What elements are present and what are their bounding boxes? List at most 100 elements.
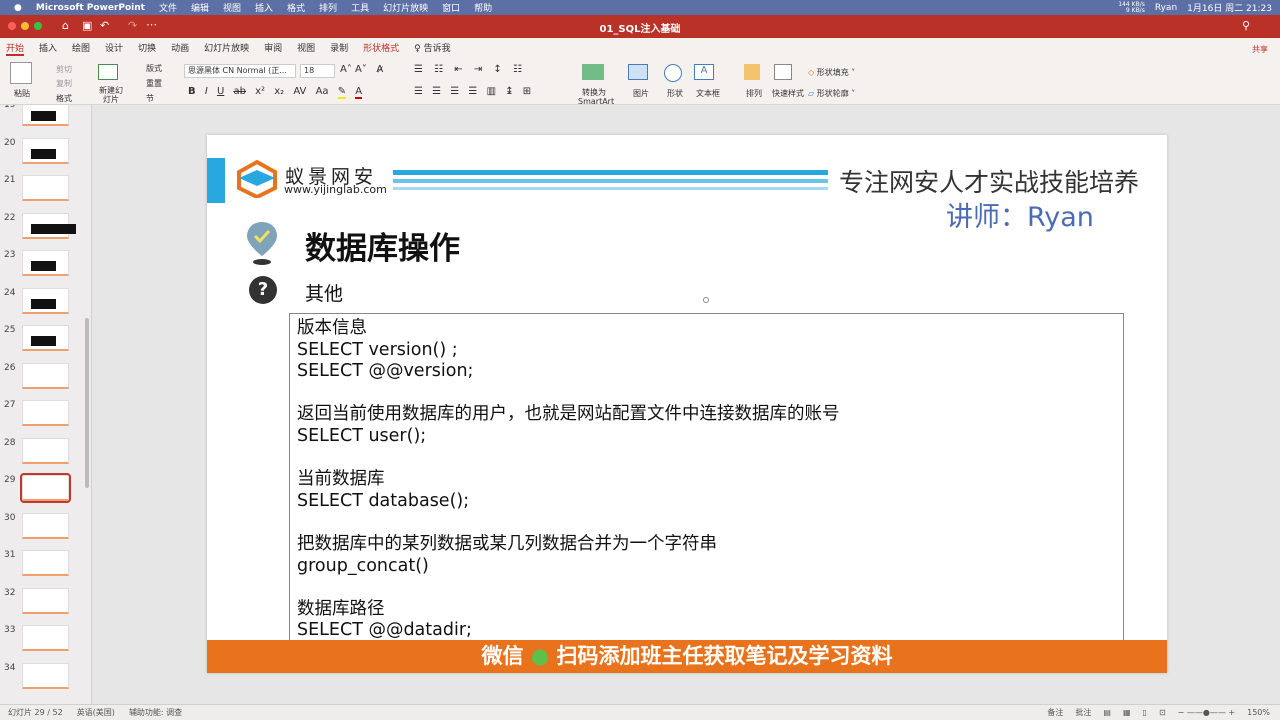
slide-thumbnail[interactable]	[22, 587, 69, 614]
menu-file[interactable]: 文件	[159, 1, 177, 14]
text-line: 把数据库中的某列数据或某几列数据合并为一个字符串	[297, 533, 717, 554]
slide-thumbnail[interactable]	[22, 287, 69, 314]
quick-styles-icon[interactable]	[774, 64, 792, 80]
slide-thumbnail-panel[interactable]: 19 20 21 22 23 24 25 26 27 28 29 30 31 32 33 34	[0, 105, 92, 704]
tab-record[interactable]: 录制	[330, 41, 348, 56]
slide-thumbnail[interactable]	[22, 662, 69, 689]
zoom-level[interactable]: 150%	[1247, 708, 1270, 717]
convert-smartart-button[interactable]: 转换为SmartArt	[578, 88, 614, 106]
tab-insert[interactable]: 插入	[39, 41, 57, 56]
slide-thumbnail[interactable]	[22, 212, 76, 239]
clock[interactable]: 1月16日 周二 21:23	[1187, 1, 1272, 14]
menu-help[interactable]: 帮助	[474, 1, 492, 14]
slide-thumbnail[interactable]	[22, 512, 69, 539]
slide-thumbnail[interactable]	[22, 250, 69, 276]
thumbnail-number: 29	[4, 475, 16, 485]
slide-thumbnail[interactable]	[22, 362, 69, 389]
list-buttons[interactable]: ☰ ☷ ⇤ ⇥ ↕ ☷	[414, 64, 522, 75]
slide-thumbnail[interactable]	[22, 400, 69, 426]
menu-window[interactable]: 窗口	[442, 1, 460, 14]
tab-transitions[interactable]: 切换	[138, 41, 156, 56]
arrange-icon[interactable]	[744, 64, 760, 80]
reading-view-icon[interactable]: ▯	[1143, 708, 1147, 717]
new-slide-button[interactable]: 新建幻灯片	[96, 86, 126, 104]
menu-arrange[interactable]: 排列	[319, 1, 337, 14]
picture-icon[interactable]	[628, 64, 648, 80]
tab-draw[interactable]: 绘图	[72, 41, 90, 56]
font-size-select[interactable]: 18	[300, 64, 335, 78]
thumbnail-number: 31	[4, 550, 16, 560]
content-textbox[interactable]: 版本信息 SELECT version() ; SELECT @@version; 返…	[289, 313, 1124, 647]
slide-thumbnail[interactable]	[22, 137, 69, 164]
slide-thumbnail[interactable]	[22, 625, 69, 651]
text-line: 数据库路径	[297, 598, 385, 619]
notes-button[interactable]: 备注	[1047, 707, 1063, 718]
tab-animations[interactable]: 动画	[171, 41, 189, 56]
shape-outline-button[interactable]: ▱ 形状轮廓 ˅	[808, 88, 855, 99]
net-speed: 144 KB/s 9 KB/s	[1118, 0, 1145, 14]
tab-view[interactable]: 视图	[297, 41, 315, 56]
textbox-icon[interactable]: A	[694, 64, 714, 80]
slide-thumbnail[interactable]	[22, 325, 69, 351]
reset-button[interactable]: 重置	[146, 78, 162, 89]
tab-shape-format[interactable]: 形状格式	[363, 41, 399, 56]
new-slide-icon[interactable]	[98, 64, 118, 80]
cut-button[interactable]: 剪切	[56, 64, 72, 75]
font-grow-shrink-icons[interactable]: A˄ A˅ A̷	[340, 64, 383, 75]
accessibility[interactable]: 辅助功能: 调查	[129, 707, 182, 718]
arrange-button[interactable]: 排列	[746, 88, 762, 99]
smartart-icon[interactable]	[582, 64, 604, 80]
app-menu[interactable]: Microsoft PowerPoint	[36, 3, 145, 13]
shape-fill-button[interactable]: ◇ 形状填充 ˅	[808, 67, 855, 78]
section-button[interactable]: 节	[146, 93, 154, 104]
shape-icon[interactable]	[664, 64, 682, 82]
search-icon[interactable]: ⚲	[1242, 19, 1250, 32]
slideshow-icon[interactable]: ⊡	[1159, 708, 1166, 717]
slide-thumbnail[interactable]	[20, 473, 71, 503]
location-check-icon	[247, 222, 277, 265]
normal-view-icon[interactable]: ▤	[1103, 708, 1111, 717]
tab-review[interactable]: 审阅	[264, 41, 282, 56]
slide-thumbnail[interactable]	[22, 550, 69, 576]
zoom-slider[interactable]: − ——●—— +	[1178, 708, 1235, 717]
sorter-view-icon[interactable]: ▦	[1123, 708, 1131, 717]
layout-button[interactable]: 版式	[146, 63, 162, 74]
font-style-buttons[interactable]: B I U ab x² x₂ AV Aa ✎ A	[188, 86, 363, 99]
thumbnail-scrollbar[interactable]	[85, 318, 89, 488]
rotate-handle[interactable]	[703, 297, 709, 303]
tab-design[interactable]: 设计	[105, 41, 123, 56]
apple-icon[interactable]: ●	[14, 3, 22, 13]
text-line: group_concat()	[297, 555, 429, 576]
menu-edit[interactable]: 编辑	[191, 1, 209, 14]
share-button[interactable]: 共享	[1252, 44, 1268, 55]
question-icon: ?	[249, 276, 277, 304]
font-select[interactable]: 思源黑体 CN Normal (正...	[184, 64, 296, 78]
user-name[interactable]: Ryan	[1155, 3, 1177, 13]
menu-view[interactable]: 视图	[223, 1, 241, 14]
slide-thumbnail[interactable]	[22, 175, 69, 201]
textbox-button[interactable]: 文本框	[696, 88, 720, 99]
format-painter-button[interactable]: 格式	[56, 93, 72, 104]
comments-button[interactable]: 批注	[1075, 707, 1091, 718]
thumbnail-number: 22	[4, 212, 16, 223]
copy-button[interactable]: 复制	[56, 78, 72, 89]
thumbnail-number: 23	[4, 250, 16, 260]
quick-styles-button[interactable]: 快速样式	[772, 88, 804, 99]
menu-tools[interactable]: 工具	[351, 1, 369, 14]
paste-icon[interactable]	[10, 62, 32, 84]
tab-tell-me[interactable]: ♀ 告诉我	[414, 41, 450, 56]
shape-button[interactable]: 形状	[667, 88, 683, 99]
align-buttons[interactable]: ☰ ☰ ☰ ☰ ▥ ↨ ⊞	[414, 86, 531, 97]
picture-button[interactable]: 图片	[633, 88, 649, 99]
tab-home[interactable]: 开始	[6, 41, 25, 56]
menu-slideshow[interactable]: 幻灯片放映	[383, 1, 428, 14]
slide-thumbnail[interactable]	[22, 105, 69, 126]
tab-slideshow[interactable]: 幻灯片放映	[204, 41, 249, 56]
menu-format[interactable]: 格式	[287, 1, 305, 14]
slide-canvas[interactable]: 蚁景网安 www.yijinglab.com 专注网安人才实战技能培养 讲师：R…	[207, 135, 1167, 673]
language[interactable]: 英语(美国)	[77, 707, 115, 718]
paste-button[interactable]: 粘贴	[14, 88, 30, 99]
thumbnail-number: 32	[4, 587, 16, 598]
slide-thumbnail[interactable]	[22, 437, 69, 464]
menu-insert[interactable]: 插入	[255, 1, 273, 14]
